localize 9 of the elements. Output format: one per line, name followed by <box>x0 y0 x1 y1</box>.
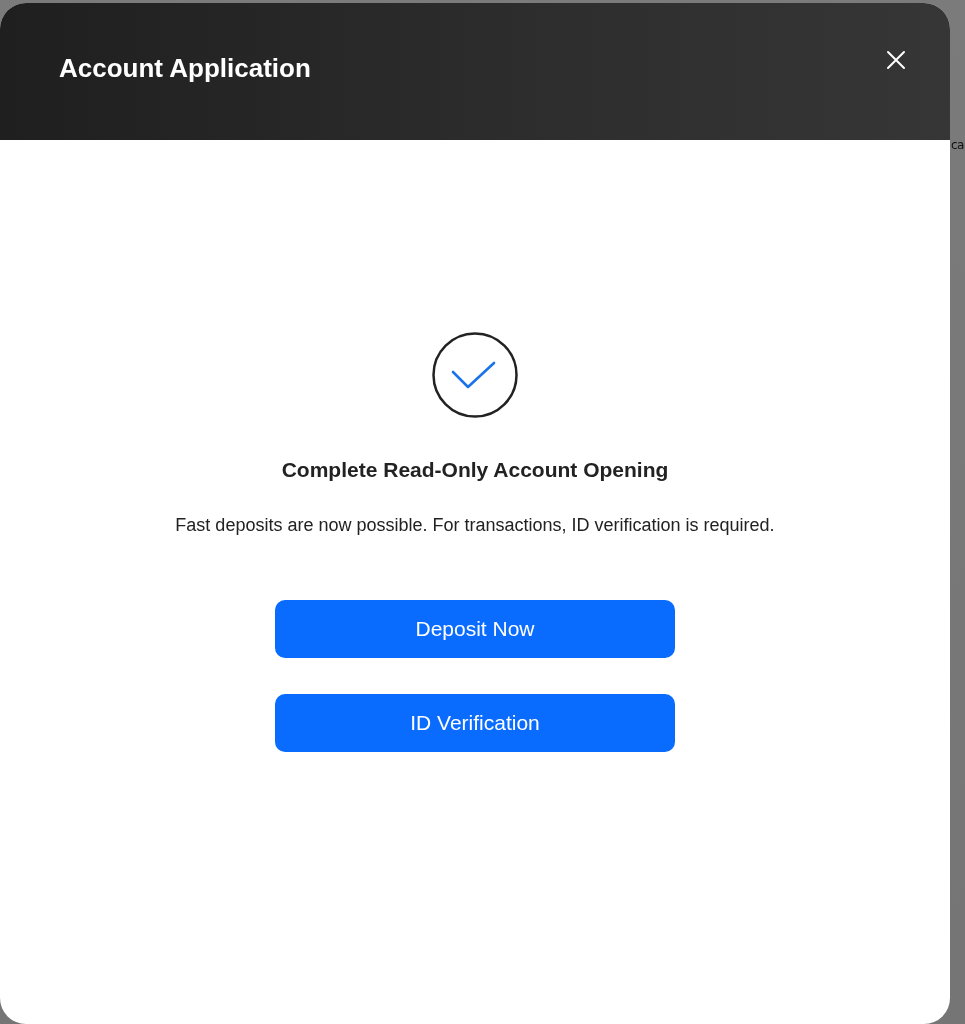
info-message: Fast deposits are now possible. For transactions, ID verification is required. <box>175 515 775 536</box>
background-text: ca <box>951 138 964 152</box>
action-button[interactable]: ID Verification <box>275 694 675 752</box>
dialog-title: Account Application <box>59 53 311 84</box>
action-button[interactable]: Deposit Now <box>275 600 675 658</box>
close-button[interactable] <box>884 48 908 72</box>
checkmark-icon <box>432 332 518 418</box>
close-icon <box>886 50 906 70</box>
success-heading: Complete Read-Only Account Opening <box>281 458 669 482</box>
